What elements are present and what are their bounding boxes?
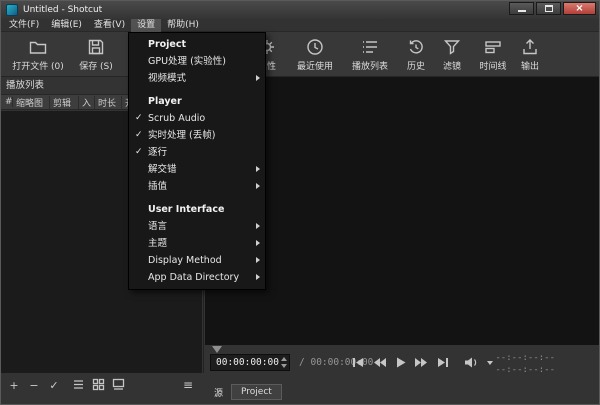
submenu-arrow-icon xyxy=(256,223,260,229)
timecode-spinbox[interactable]: 00:00:00:00 xyxy=(210,354,290,371)
column-index[interactable]: # xyxy=(5,97,13,107)
column-duration[interactable]: 时长 xyxy=(98,96,122,109)
menu-item-deinterlacer[interactable]: 解交错 xyxy=(129,161,265,178)
history-icon xyxy=(406,36,426,57)
view-details-button[interactable] xyxy=(69,378,87,394)
tab-source[interactable]: 源 xyxy=(209,384,228,401)
close-icon: × xyxy=(575,4,583,14)
duration-separator: / xyxy=(299,357,305,368)
in-point-field[interactable]: --:--:--:-- xyxy=(495,352,555,364)
close-button[interactable]: × xyxy=(563,2,596,15)
menu-edit[interactable]: 编辑(E) xyxy=(45,19,88,32)
submenu-arrow-icon xyxy=(256,166,260,172)
playlist-toolbar: + − ✓ ≡ xyxy=(1,373,204,405)
menu-item-progressive[interactable]: ✓ 逐行 xyxy=(129,144,265,161)
playlist-update-button[interactable]: ✓ xyxy=(45,378,63,394)
menu-item-language[interactable]: 语言 xyxy=(129,218,265,235)
minimize-icon xyxy=(518,10,526,12)
play-button[interactable] xyxy=(393,356,407,369)
volume-caret-icon[interactable] xyxy=(487,361,493,365)
timeline-icon xyxy=(483,36,503,57)
submenu-arrow-icon xyxy=(256,240,260,246)
toolbar-filters[interactable]: 滤镜 xyxy=(435,36,469,72)
open-file-icon xyxy=(28,36,48,57)
maximize-button[interactable] xyxy=(536,2,561,15)
seek-position-marker[interactable] xyxy=(212,346,222,353)
window-title: Untitled - Shotcut xyxy=(23,5,102,15)
fast-forward-button[interactable] xyxy=(414,356,428,369)
column-in[interactable]: 入 xyxy=(82,96,95,109)
player-controls-area: 00:00:00:00 / 00:00:00:00 --:--:--:-- --… xyxy=(205,345,599,405)
main-toolbar: 打开文件 (0) 保存 (S) 属性 最近使用 播放列表 历史 滤镜 时间线 xyxy=(1,32,599,77)
menu-section-user-interface: User Interface xyxy=(129,201,265,218)
toolbar-save[interactable]: 保存 (S) xyxy=(73,36,119,72)
menu-section-player: Player xyxy=(129,93,265,110)
menu-item-interpolation[interactable]: 插值 xyxy=(129,178,265,195)
current-position: 00:00:00:00 xyxy=(216,357,279,368)
recent-icon xyxy=(305,36,325,57)
toolbar-export[interactable]: 输出 xyxy=(513,36,547,72)
toolbar-playlist[interactable]: 播放列表 xyxy=(345,36,395,72)
save-icon xyxy=(86,36,106,57)
submenu-arrow-icon xyxy=(256,257,260,263)
menu-item-app-data-directory[interactable]: App Data Directory xyxy=(129,269,265,286)
menu-item-gpu-processing[interactable]: GPU处理 (实验性) xyxy=(129,53,265,70)
volume-button[interactable] xyxy=(464,356,478,369)
export-icon xyxy=(520,36,540,57)
menu-help[interactable]: 帮助(H) xyxy=(161,19,205,32)
player-tab-bar: 源 Project xyxy=(205,382,599,402)
column-thumbnail[interactable]: 缩略图 xyxy=(16,96,50,109)
filters-icon xyxy=(442,36,462,57)
view-icons-button[interactable] xyxy=(109,378,127,394)
spin-up-icon xyxy=(281,357,287,361)
toolbar-timeline[interactable]: 时间线 xyxy=(471,36,515,72)
checkmark-icon: ✓ xyxy=(135,127,143,144)
app-icon xyxy=(6,4,18,16)
playlist-remove-button[interactable]: − xyxy=(25,378,43,394)
playlist-add-button[interactable]: + xyxy=(5,378,23,394)
toolbar-open-file[interactable]: 打开文件 (0) xyxy=(7,36,69,72)
tab-project[interactable]: Project xyxy=(231,384,282,400)
submenu-arrow-icon xyxy=(256,75,260,81)
view-tiles-button[interactable] xyxy=(89,378,107,394)
shotcut-window: Untitled - Shotcut × 文件(F) 编辑(E) 查看(V) 设… xyxy=(0,0,600,405)
menu-item-display-method[interactable]: Display Method xyxy=(129,252,265,269)
timecode-spinner[interactable] xyxy=(281,357,287,368)
menubar: 文件(F) 编辑(E) 查看(V) 设置 帮助(H) xyxy=(1,19,599,32)
playlist-icon xyxy=(360,36,380,57)
toolbar-history[interactable]: 历史 xyxy=(399,36,433,72)
rewind-button[interactable] xyxy=(372,356,386,369)
checkmark-icon: ✓ xyxy=(135,110,143,127)
menu-view[interactable]: 查看(V) xyxy=(88,19,131,32)
submenu-arrow-icon xyxy=(256,274,260,280)
menu-item-realtime[interactable]: ✓ 实时处理 (丢帧) xyxy=(129,127,265,144)
minimize-button[interactable] xyxy=(509,2,534,15)
in-out-fields: --:--:--:-- --:--:--:-- xyxy=(495,352,555,376)
selected-duration-field[interactable]: --:--:--:-- xyxy=(495,364,555,376)
menu-item-video-mode[interactable]: 视频模式 xyxy=(129,70,265,87)
toolbar-recent[interactable]: 最近使用 xyxy=(289,36,341,72)
transport-controls xyxy=(351,356,493,369)
menu-item-scrub-audio[interactable]: ✓ Scrub Audio xyxy=(129,110,265,127)
menu-item-theme[interactable]: 主题 xyxy=(129,235,265,252)
menu-section-project: Project xyxy=(129,36,265,53)
settings-dropdown-menu: Project GPU处理 (实验性) 视频模式 Player ✓ Scrub … xyxy=(128,32,266,290)
playlist-menu-button[interactable]: ≡ xyxy=(179,378,197,394)
column-clip[interactable]: 剪辑 xyxy=(53,96,79,109)
menu-settings[interactable]: 设置 xyxy=(131,19,161,32)
window-controls: × xyxy=(507,1,596,19)
maximize-icon xyxy=(545,5,553,12)
menu-file[interactable]: 文件(F) xyxy=(3,19,45,32)
submenu-arrow-icon xyxy=(256,183,260,189)
skip-to-start-button[interactable] xyxy=(351,356,365,369)
skip-to-end-button[interactable] xyxy=(435,356,449,369)
spin-down-icon xyxy=(281,364,287,368)
titlebar[interactable]: Untitled - Shotcut × xyxy=(1,1,599,19)
checkmark-icon: ✓ xyxy=(135,144,143,161)
